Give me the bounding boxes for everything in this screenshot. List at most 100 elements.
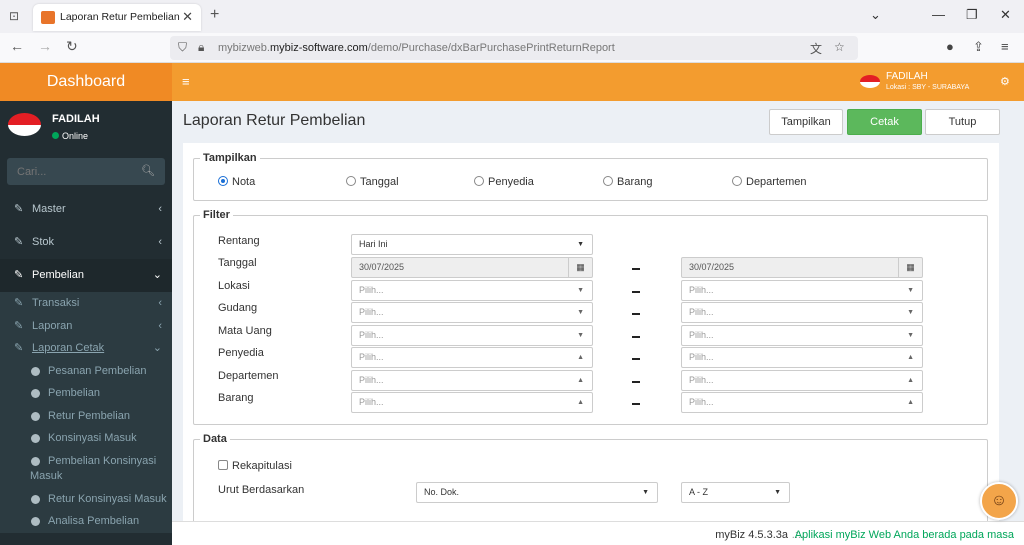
range-dash	[632, 268, 640, 270]
calendar-icon[interactable]: ▦	[898, 258, 922, 277]
range-select[interactable]: Hari Ini ▼	[351, 234, 593, 255]
url-text: mybizweb.mybiz-software.com/demo/Purchas…	[218, 42, 615, 54]
edit-icon: ✎	[14, 342, 24, 354]
reload-icon[interactable]: ↻	[66, 38, 78, 55]
new-tab-icon[interactable]: +	[210, 6, 219, 24]
date-to-field[interactable]: 30/07/2025 ▦	[681, 257, 923, 278]
footer-message: Aplikasi myBiz Web Anda berada pada masa	[794, 529, 1014, 541]
sidebar-menu: ✎ Master ‹ ✎ Stok ‹ ✎ Pembelian ⌄ ✎ Transaksi ‹ …	[0, 193, 172, 533]
gudang-from-select[interactable]: Pilih... ▼	[351, 302, 593, 323]
sidebar-item-transaksi[interactable]: ✎ Transaksi ‹	[0, 292, 172, 315]
chevron-left-icon: ‹	[158, 319, 162, 332]
caret-down-icon: ▼	[907, 287, 914, 294]
minimize-icon[interactable]: —	[932, 7, 945, 22]
radio-barang[interactable]: Barang	[603, 176, 652, 188]
close-button[interactable]: Tutup	[925, 109, 1000, 135]
gears-icon[interactable]: ⚙	[1000, 75, 1010, 88]
sidebar-search: 🔍︎	[7, 158, 165, 185]
sidebar-item-master[interactable]: ✎ Master ‹	[0, 193, 172, 226]
menu-icon[interactable]: ≡	[1001, 39, 1009, 54]
search-icon[interactable]: 🔍︎	[141, 164, 155, 177]
account-icon[interactable]: ●	[946, 39, 954, 54]
mata-uang-from-select[interactable]: Pilih... ▼	[351, 325, 593, 346]
lokasi-to-select[interactable]: Pilih... ▼	[681, 280, 923, 301]
restore-icon[interactable]: ❐	[966, 7, 978, 23]
edit-icon: ✎	[14, 297, 24, 309]
close-window-icon[interactable]: ✕	[1000, 7, 1011, 23]
range-dash	[632, 381, 640, 383]
browser-nav-bar: ← → ↻ ⛉ 🔒︎ mybizweb.mybiz-software.com/d…	[0, 33, 1024, 63]
report-item-konsinyasi-masuk[interactable]: Konsinyasi Masuk	[0, 427, 172, 450]
report-item-pesanan-pembelian[interactable]: Pesanan Pembelian	[0, 360, 172, 383]
date-from-field[interactable]: 30/07/2025 ▦	[351, 257, 593, 278]
range-dash	[632, 291, 640, 293]
share-icon[interactable]: ⇪	[973, 39, 984, 55]
radio-icon	[474, 176, 484, 186]
main-content: Laporan Retur Pembelian Tampilkan Cetak …	[172, 101, 1024, 523]
shield-icon: ⛉	[178, 40, 188, 54]
assistant-bot-icon[interactable]: ☺	[980, 482, 1018, 520]
report-item-pembelian[interactable]: Pembelian	[0, 382, 172, 405]
gudang-to-select[interactable]: Pilih... ▼	[681, 302, 923, 323]
translate-icon[interactable]: 文	[810, 40, 822, 57]
sidebar-item-pembelian[interactable]: ✎ Pembelian ⌄	[0, 259, 172, 292]
circle-icon	[31, 366, 40, 376]
header-user-name[interactable]: FADILAH	[886, 71, 928, 82]
range-dash	[632, 313, 640, 315]
departemen-from-select[interactable]: Pilih... ▲	[351, 370, 593, 391]
radio-tanggal[interactable]: Tanggal	[346, 176, 399, 188]
sidebar-item-laporan[interactable]: ✎ Laporan ‹	[0, 315, 172, 338]
report-item-retur-konsinyasi-masuk[interactable]: Retur Konsinyasi Masuk	[0, 488, 172, 511]
logo-dashboard[interactable]: Dashboard	[0, 63, 172, 101]
barang-to-select[interactable]: Pilih... ▲	[681, 392, 923, 413]
caret-down-icon: ▼	[577, 241, 584, 248]
penyedia-from-select[interactable]: Pilih... ▲	[351, 347, 593, 368]
print-button[interactable]: Cetak	[847, 109, 922, 135]
star-icon[interactable]: ☆	[834, 40, 845, 54]
label-lokasi: Lokasi	[218, 280, 250, 292]
sort-order-select[interactable]: A - Z ▼	[681, 482, 790, 503]
sidebar-item-stok[interactable]: ✎ Stok ‹	[0, 226, 172, 259]
search-input[interactable]	[7, 158, 137, 185]
radio-icon	[732, 176, 742, 186]
lokasi-from-select[interactable]: Pilih... ▼	[351, 280, 593, 301]
hamburger-icon[interactable]: ≡	[182, 74, 190, 89]
range-dash	[632, 358, 640, 360]
forward-icon[interactable]: →	[38, 38, 52, 54]
edit-icon: ✎	[14, 319, 24, 332]
radio-nota[interactable]: Nota	[218, 176, 255, 188]
calendar-icon[interactable]: ▦	[568, 258, 592, 277]
departemen-to-select[interactable]: Pilih... ▲	[681, 370, 923, 391]
barang-from-select[interactable]: Pilih... ▲	[351, 392, 593, 413]
chevron-down-icon[interactable]: ⌄	[870, 7, 881, 23]
pembelian-submenu: ✎ Transaksi ‹ ✎ Laporan ‹ ✎ Laporan Cetak ⌄ Pe…	[0, 292, 172, 533]
tampilkan-legend: Tampilkan	[203, 152, 257, 164]
caret-up-icon: ▲	[907, 377, 914, 384]
recap-checkbox[interactable]: Rekapitulasi	[218, 460, 292, 472]
radio-penyedia[interactable]: Penyedia	[474, 176, 534, 188]
label-departemen: Departemen	[218, 370, 279, 382]
penyedia-to-select[interactable]: Pilih... ▲	[681, 347, 923, 368]
close-tab-icon[interactable]: ✕	[182, 9, 193, 25]
edit-icon: ✎	[14, 236, 24, 248]
address-bar[interactable]: ⛉ 🔒︎ mybizweb.mybiz-software.com/demo/Pu…	[170, 36, 858, 60]
browser-tab[interactable]: Laporan Retur Pembelian ✕	[33, 4, 201, 31]
tab-title: Laporan Retur Pembelian	[60, 11, 180, 23]
report-item-pembelian-konsinyasi-masuk[interactable]: Pembelian Konsinyasi Masuk	[0, 450, 172, 488]
chevron-left-icon: ‹	[158, 297, 162, 309]
circle-icon	[31, 389, 40, 398]
circle-icon	[31, 456, 40, 466]
mata-uang-to-select[interactable]: Pilih... ▼	[681, 325, 923, 346]
radio-departemen[interactable]: Departemen	[732, 176, 807, 188]
label-tanggal: Tanggal	[218, 257, 257, 269]
sort-field-select[interactable]: No. Dok. ▼	[416, 482, 658, 503]
circle-icon	[31, 494, 40, 504]
sidebar-item-laporan-cetak[interactable]: ✎ Laporan Cetak ⌄	[0, 337, 172, 360]
tab-overview-icon[interactable]: ⊡	[6, 8, 22, 24]
show-button[interactable]: Tampilkan	[769, 109, 843, 135]
back-icon[interactable]: ←	[10, 38, 24, 54]
sidebar: Dashboard FADILAH Online 🔍︎ ✎Master‹ ✎St…	[0, 63, 172, 545]
report-item-retur-pembelian[interactable]: Retur Pembelian	[0, 405, 172, 428]
report-item-analisa-pembelian[interactable]: Analisa Pembelian	[0, 510, 172, 533]
data-group: Data	[193, 433, 988, 523]
